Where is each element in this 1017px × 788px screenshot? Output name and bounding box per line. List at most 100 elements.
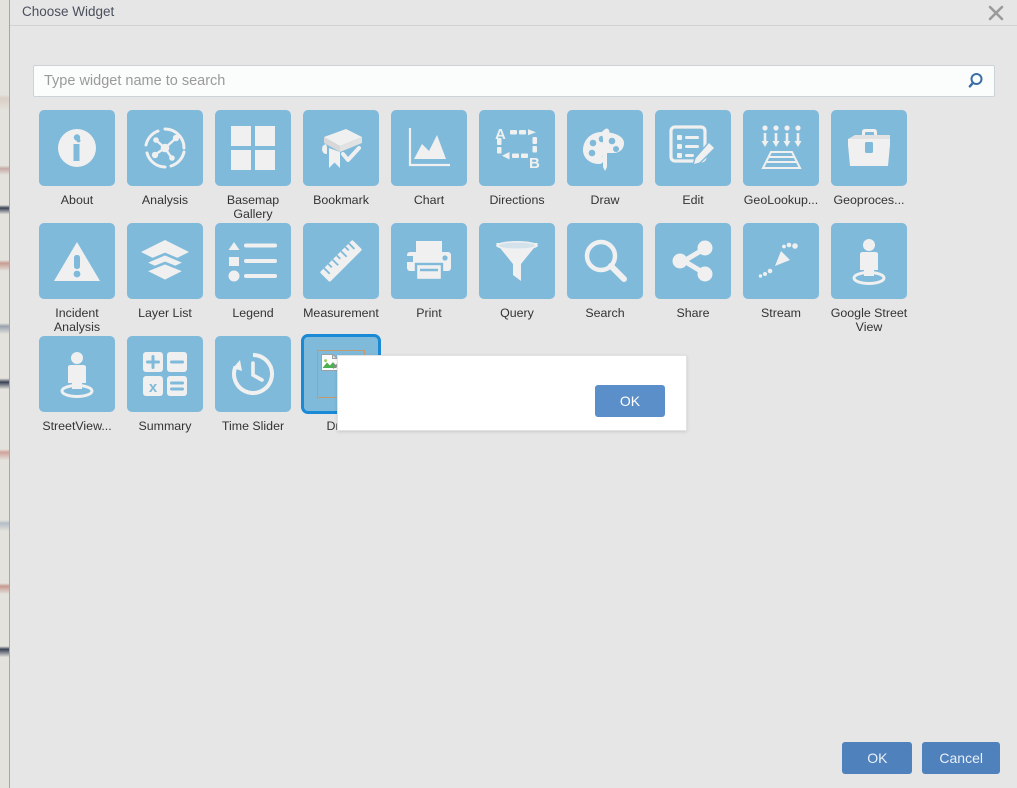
widget-item-time-slider[interactable]: Time Slider: [209, 336, 297, 449]
widget-label: Basemap Gallery: [226, 193, 280, 221]
clock-history-icon: [228, 350, 278, 398]
widget-item-about[interactable]: i About: [33, 110, 121, 223]
dialog-footer: OK Cancel: [842, 742, 1000, 774]
widget-item-search[interactable]: Search: [561, 223, 649, 336]
widget-tile[interactable]: [743, 223, 819, 299]
widget-item-summary[interactable]: x Summary: [121, 336, 209, 449]
toolbox-icon: [844, 126, 894, 170]
widget-item-measurement[interactable]: Measurement: [297, 223, 385, 336]
widget-label: Layer List: [138, 306, 192, 320]
widget-label: Incident Analysis: [53, 306, 101, 334]
widget-item-edit[interactable]: Edit: [649, 110, 737, 223]
widget-tile[interactable]: x: [127, 336, 203, 412]
widget-tile[interactable]: [127, 110, 203, 186]
widget-item-chart[interactable]: Chart: [385, 110, 473, 223]
directions-a-b-icon: A B: [491, 125, 543, 171]
widget-label: Measurement: [303, 306, 379, 320]
widget-label: Print: [416, 306, 442, 320]
cancel-button[interactable]: Cancel: [922, 742, 1000, 774]
widget-item-bookmark[interactable]: Bookmark: [297, 110, 385, 223]
widget-item-draw[interactable]: Draw: [561, 110, 649, 223]
geolookup-icon: [755, 124, 807, 172]
widget-tile[interactable]: [215, 336, 291, 412]
widget-tile[interactable]: [743, 110, 819, 186]
widget-label: Share: [676, 306, 710, 320]
dialog-title: Choose Widget: [22, 4, 115, 19]
palette-brush-icon: [580, 124, 630, 172]
share-nodes-icon: [669, 238, 717, 284]
widget-item-layer-list[interactable]: Layer List: [121, 223, 209, 336]
widget-tile[interactable]: [391, 110, 467, 186]
message-dialog: OK: [337, 355, 687, 431]
dialog-titlebar: Choose Widget: [10, 0, 1017, 26]
widget-label: Time Slider: [221, 419, 285, 433]
widget-tile[interactable]: [831, 110, 907, 186]
funnel-icon: [493, 237, 541, 285]
widget-tile[interactable]: [39, 336, 115, 412]
stream-dots-icon: [757, 238, 805, 284]
widget-tile[interactable]: i: [39, 110, 115, 186]
widget-tile[interactable]: [567, 110, 643, 186]
widget-label: About: [60, 193, 94, 207]
bookmark-icon: [316, 124, 366, 172]
widget-label: Bookmark: [313, 193, 369, 207]
widget-label: Geoproces...: [833, 193, 905, 207]
widget-label: Chart: [413, 193, 445, 207]
chart-icon: [405, 125, 453, 171]
analysis-network-icon: [140, 123, 190, 173]
message-dialog-ok-button[interactable]: OK: [595, 385, 665, 417]
street-view-person-icon: [846, 236, 892, 286]
widget-item-basemap-gallery[interactable]: Basemap Gallery: [209, 110, 297, 223]
widget-label: StreetView...: [42, 419, 112, 433]
widget-item-analysis[interactable]: Analysis: [121, 110, 209, 223]
layers-icon: [139, 238, 191, 284]
widget-tile[interactable]: [215, 110, 291, 186]
ruler-icon: [316, 236, 366, 286]
widget-label: Query: [500, 306, 534, 320]
widget-item-share[interactable]: Share: [649, 223, 737, 336]
widget-label: GeoLookup...: [743, 193, 819, 207]
ok-button[interactable]: OK: [842, 742, 913, 774]
widget-tile[interactable]: [127, 223, 203, 299]
widget-label: Stream: [761, 306, 801, 320]
widget-tile[interactable]: A B: [479, 110, 555, 186]
widget-item-geolookup[interactable]: GeoLookup...: [737, 110, 825, 223]
info-icon: i: [52, 123, 102, 173]
widget-label: Legend: [232, 306, 274, 320]
widget-item-stream[interactable]: Stream: [737, 223, 825, 336]
widget-item-query[interactable]: Query: [473, 223, 561, 336]
widget-label: Google Street View: [830, 306, 908, 334]
widget-item-streetview[interactable]: StreetView...: [33, 336, 121, 449]
widget-label: Summary: [138, 419, 192, 433]
widget-tile[interactable]: [479, 223, 555, 299]
widget-label: Directions: [489, 193, 545, 207]
search-icon[interactable]: [967, 71, 987, 91]
widget-tile[interactable]: [655, 223, 731, 299]
widget-item-incident-analysis[interactable]: Incident Analysis: [33, 223, 121, 336]
widget-tile[interactable]: [567, 223, 643, 299]
widget-item-legend[interactable]: Legend: [209, 223, 297, 336]
widget-tile[interactable]: [655, 110, 731, 186]
widget-item-print[interactable]: Print: [385, 223, 473, 336]
widget-tile[interactable]: [391, 223, 467, 299]
widget-item-google-street-view[interactable]: Google Street View: [825, 223, 913, 336]
widget-tile[interactable]: [303, 110, 379, 186]
search-input[interactable]: [33, 65, 995, 97]
widget-label: Draw: [590, 193, 620, 207]
widget-tile[interactable]: [831, 223, 907, 299]
street-view-person-icon: [54, 349, 100, 399]
printer-icon: [404, 239, 454, 283]
grid-squares-icon: [230, 125, 276, 171]
svg-text:i: i: [73, 134, 81, 163]
widget-tile[interactable]: [215, 223, 291, 299]
widget-tile[interactable]: [39, 223, 115, 299]
choose-widget-dialog: Choose Widget i About: [10, 0, 1017, 788]
close-icon[interactable]: [984, 1, 1008, 25]
background-page-sliver: [0, 0, 10, 788]
warning-triangle-icon: [52, 238, 102, 284]
legend-list-icon: [228, 240, 278, 282]
widget-item-geoproces[interactable]: Geoproces...: [825, 110, 913, 223]
widget-item-directions[interactable]: A B Directions: [473, 110, 561, 223]
widget-tile[interactable]: [303, 223, 379, 299]
svg-text:x: x: [149, 379, 158, 396]
